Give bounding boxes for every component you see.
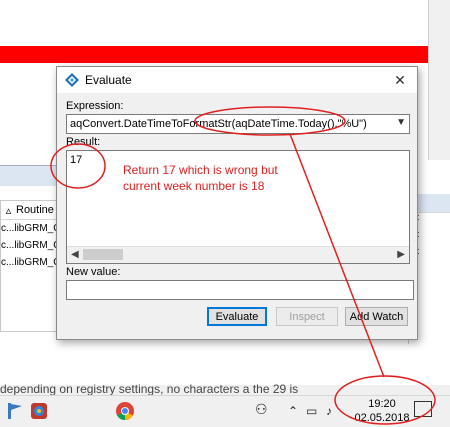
close-icon[interactable]: ✕ — [391, 71, 409, 89]
list-item-prefix: c... — [1, 223, 15, 234]
list-item[interactable]: c... libGRM_C — [1, 254, 59, 271]
background-scrollbar[interactable] — [428, 0, 450, 160]
taskbar: ⚇ ⌃ ▭ ♪ 19:20 02.05.2018 — [0, 395, 450, 426]
chevron-up-icon[interactable]: ⌃ — [288, 404, 298, 418]
background-panel-header — [0, 165, 58, 186]
list-item-routine: libGRM_C — [14, 257, 59, 268]
scroll-right-icon[interactable]: ▶ — [397, 249, 405, 260]
dialog-title: Evaluate — [85, 73, 132, 87]
clock-time: 19:20 — [368, 398, 396, 410]
background-list-header: ▵ Routine — [1, 201, 59, 220]
evaluate-button[interactable]: Evaluate — [207, 307, 267, 326]
column-routine-header[interactable]: Routine — [16, 204, 54, 216]
list-item-prefix: c... — [1, 240, 15, 251]
partial-hint-text: depending on registry settings, no chara… — [0, 383, 299, 395]
result-label: Result: — [66, 136, 101, 148]
expression-combobox[interactable]: aqConvert.DateTimeToFormatStr(aqDateTime… — [66, 114, 410, 134]
evaluate-dialog: Evaluate ✕ Expression: aqConvert.DateTim… — [56, 66, 418, 340]
list-item-prefix: c... — [1, 257, 15, 268]
dialog-titlebar[interactable]: Evaluate ✕ — [57, 67, 417, 93]
sort-icon: ▵ — [5, 204, 12, 217]
background-list: ▵ Routine c... libGRM_C c... libGRM_C c.… — [0, 200, 60, 332]
expression-text[interactable]: aqConvert.DateTimeToFormatStr(aqDateTime… — [70, 118, 367, 130]
result-horizontal-scrollbar[interactable]: ◀ ▶ — [67, 246, 409, 263]
add-watch-button[interactable]: Add Watch — [345, 307, 408, 326]
annotation-note: Return 17 which is wrong but current wee… — [123, 163, 278, 193]
testcomplete-logo-icon — [65, 73, 79, 87]
scrollbar-thumb[interactable] — [83, 249, 123, 260]
result-value: 17 — [70, 154, 83, 166]
system-clock[interactable]: 19:20 02.05.2018 — [354, 396, 410, 427]
scroll-left-icon[interactable]: ◀ — [71, 249, 79, 260]
app-icon[interactable] — [28, 400, 50, 422]
inspect-button[interactable]: Inspect — [276, 307, 338, 326]
chrome-icon[interactable] — [114, 400, 136, 422]
network-icon[interactable]: ▭ — [306, 404, 317, 418]
expression-label: Expression: — [66, 100, 124, 112]
new-value-input[interactable] — [66, 280, 414, 300]
people-icon[interactable]: ⚇ — [255, 401, 268, 418]
new-value-label: New value: — [66, 266, 121, 278]
notification-center-icon[interactable] — [414, 401, 432, 417]
volume-icon[interactable]: ♪ — [326, 404, 332, 418]
red-alert-bar — [0, 46, 428, 63]
list-item-routine: libGRM_C — [14, 223, 59, 234]
list-item[interactable]: c... libGRM_C — [1, 237, 59, 254]
flag-icon[interactable] — [4, 400, 26, 422]
list-item-routine: libGRM_C — [14, 240, 59, 251]
chevron-down-icon[interactable]: ▼ — [396, 117, 406, 128]
list-item[interactable]: c... libGRM_C — [1, 220, 59, 237]
clock-date: 02.05.2018 — [354, 412, 410, 424]
